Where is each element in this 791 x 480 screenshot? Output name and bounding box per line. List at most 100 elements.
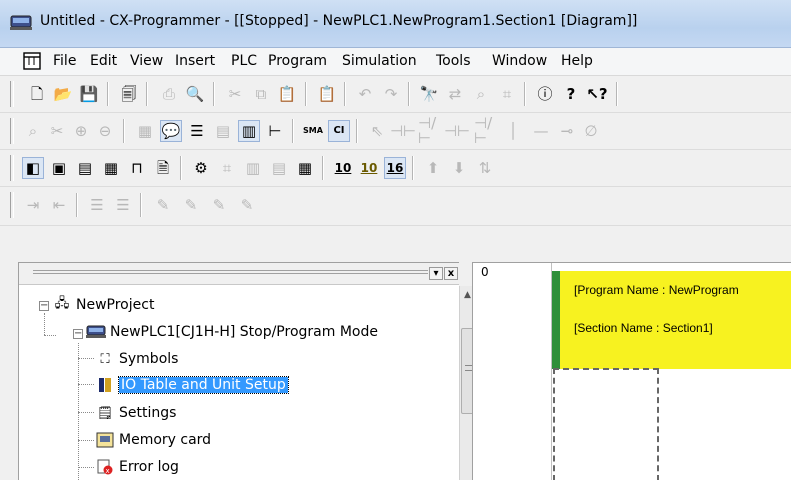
toolbar-grip[interactable] — [10, 192, 14, 218]
diagram-toolbar: ⌕ ✂ ⊕ ⊖ ▦ 💬 ☰ ▤ ▥ ⊢ SMA CI ⇖ ⊣⊢ ⊣/⊢ ⊣⊢ ⊣… — [0, 114, 791, 150]
comment-icon[interactable]: 💬 — [160, 120, 182, 142]
format-hex-button[interactable]: 16 — [384, 157, 406, 179]
send-edit-icon[interactable]: ✎ — [208, 194, 230, 216]
menu-tools[interactable]: Tools — [436, 53, 471, 69]
properties-icon[interactable]: 🗎 — [152, 157, 174, 179]
zoom-in-icon[interactable]: ⊕ — [70, 120, 92, 142]
menu-edit[interactable]: Edit — [90, 53, 117, 69]
tree-item-symbols[interactable]: ⛶ Symbols — [95, 348, 178, 370]
cancel-edit-icon[interactable]: ✎ — [236, 194, 258, 216]
zoom-to-fit-icon[interactable]: ⌕ — [22, 120, 44, 142]
program-name: [Program Name : NewProgram — [574, 283, 739, 297]
tree-item-error-log[interactable]: x Error log — [95, 456, 179, 478]
menu-window[interactable]: Window — [492, 53, 547, 69]
watch-window-icon[interactable]: ▤ — [74, 157, 96, 179]
io-comment-icon[interactable]: ⚙ — [190, 157, 212, 179]
diagram-cursor[interactable] — [553, 368, 659, 480]
pane-menu-button[interactable]: ▾ — [429, 267, 443, 280]
ci-icon[interactable]: CI — [328, 120, 350, 142]
print-icon[interactable]: ⎙ — [158, 83, 180, 105]
contact-nc-icon[interactable]: ⊣/⊢ — [418, 116, 440, 146]
pane-close-button[interactable]: x — [444, 267, 458, 280]
grid-icon[interactable]: ▦ — [134, 120, 156, 142]
menu-view[interactable]: View — [130, 53, 163, 69]
save-icon[interactable]: 💾 — [78, 83, 100, 105]
watch-icon[interactable]: ▥ — [238, 120, 260, 142]
toolbar-grip[interactable] — [10, 118, 14, 144]
menu-simulation[interactable]: Simulation — [342, 53, 417, 69]
open-icon[interactable]: 📂 — [52, 83, 74, 105]
tree-item-io-table[interactable]: IO Table and Unit Setup — [95, 374, 289, 396]
io-table-icon[interactable]: ▦ — [294, 157, 316, 179]
monitor-icon[interactable]: ▤ — [212, 120, 234, 142]
tree-item-plc[interactable]: NewPLC1[CJ1H-H] Stop/Program Mode — [86, 321, 378, 343]
cut-tool-icon[interactable]: ✂ — [46, 120, 68, 142]
transfer-to-plc-icon[interactable]: ⬆ — [422, 157, 444, 179]
vertical-line-icon[interactable]: │ — [502, 120, 524, 142]
menu-program[interactable]: Program — [268, 53, 327, 69]
print-preview-icon[interactable]: 🗐 — [118, 83, 140, 105]
output-window-icon[interactable]: ▣ — [48, 157, 70, 179]
tree-expander[interactable]: − — [73, 329, 83, 339]
align-left-icon[interactable]: ☰ — [86, 194, 108, 216]
menu-help[interactable]: Help — [561, 53, 593, 69]
contact-no-icon[interactable]: ⊣⊢ — [390, 120, 416, 142]
display-icon[interactable]: ▤ — [268, 157, 290, 179]
paste-special-icon[interactable]: 📋 — [316, 83, 338, 105]
ladder-diagram[interactable]: 0 [Program Name : NewProgram [Section Na… — [472, 262, 791, 480]
format-signed-button[interactable]: 10 — [358, 157, 380, 179]
info-icon[interactable]: ⓘ — [534, 83, 556, 105]
document-window-icon[interactable] — [22, 51, 42, 71]
pane-grip[interactable] — [33, 270, 428, 274]
memory-icon[interactable]: ▥ — [242, 157, 264, 179]
show-tree-icon[interactable]: ⊢ — [264, 120, 286, 142]
tree-item-memory-card[interactable]: Memory card — [95, 429, 211, 451]
replace-icon[interactable]: ⇄ — [444, 83, 466, 105]
online-edit-icon[interactable]: ✎ — [180, 194, 202, 216]
address-reference-icon[interactable]: ⌗ — [496, 83, 518, 105]
menu-file[interactable]: File — [53, 53, 76, 69]
menu-plc[interactable]: PLC — [231, 53, 257, 69]
contact-or-icon[interactable]: ⊣⊢ — [444, 120, 470, 142]
tree-expander[interactable]: − — [39, 301, 49, 311]
rung-list-icon[interactable]: ☰ — [186, 120, 208, 142]
paste-icon[interactable]: 📋 — [276, 83, 298, 105]
redo-icon[interactable]: ↷ — [380, 83, 402, 105]
transfer-from-plc-icon[interactable]: ⬇ — [448, 157, 470, 179]
help-icon[interactable]: ? — [560, 83, 582, 105]
zoom-out-icon[interactable]: ⊖ — [94, 120, 116, 142]
align-right-icon[interactable]: ☰ — [112, 194, 134, 216]
indent-decrease-icon[interactable]: ⇤ — [48, 194, 70, 216]
find-replace-icon[interactable]: ⌕ — [470, 83, 492, 105]
preview-icon[interactable]: 🔍 — [184, 83, 206, 105]
scroll-up-icon[interactable]: ▲ — [464, 290, 471, 300]
find-icon[interactable]: 🔭 — [418, 83, 440, 105]
sma-icon[interactable]: SMA — [302, 120, 324, 142]
tree-item-project[interactable]: 🖧 NewProject — [52, 294, 155, 316]
coil-nc-icon[interactable]: ∅ — [580, 120, 602, 142]
settings-icon: 🗒 — [96, 405, 114, 421]
menu-insert[interactable]: Insert — [175, 53, 215, 69]
toolbar-grip[interactable] — [10, 81, 14, 107]
rung-number: 0 — [481, 265, 489, 279]
cut-icon[interactable]: ✂ — [224, 83, 246, 105]
cross-ref-icon[interactable]: ⊓ — [126, 157, 148, 179]
format-decimal-button[interactable]: 10 — [332, 157, 354, 179]
new-icon[interactable]: 🗋 — [26, 83, 48, 105]
symbols-window-icon[interactable]: ⌗ — [216, 157, 238, 179]
tree-item-settings[interactable]: 🗒 Settings — [95, 402, 177, 424]
context-help-icon[interactable]: ↖? — [586, 83, 608, 105]
coil-icon[interactable]: ⊸ — [556, 120, 578, 142]
select-mode-icon[interactable]: ⇖ — [366, 120, 388, 142]
compare-icon[interactable]: ⇅ — [474, 157, 496, 179]
address-window-icon[interactable]: ▦ — [100, 157, 122, 179]
copy-icon[interactable]: ⧉ — [250, 83, 272, 105]
edit-rung-icon[interactable]: ✎ — [152, 194, 174, 216]
menu-bar: File Edit View Insert PLC Program Simula… — [0, 48, 791, 76]
contact-or-nc-icon[interactable]: ⊣/⊢ — [474, 116, 496, 146]
undo-icon[interactable]: ↶ — [354, 83, 376, 105]
horizontal-line-icon[interactable]: — — [530, 120, 552, 142]
indent-increase-icon[interactable]: ⇥ — [22, 194, 44, 216]
project-workspace-icon[interactable]: ◧ — [22, 157, 44, 179]
toolbar-grip[interactable] — [10, 155, 14, 181]
